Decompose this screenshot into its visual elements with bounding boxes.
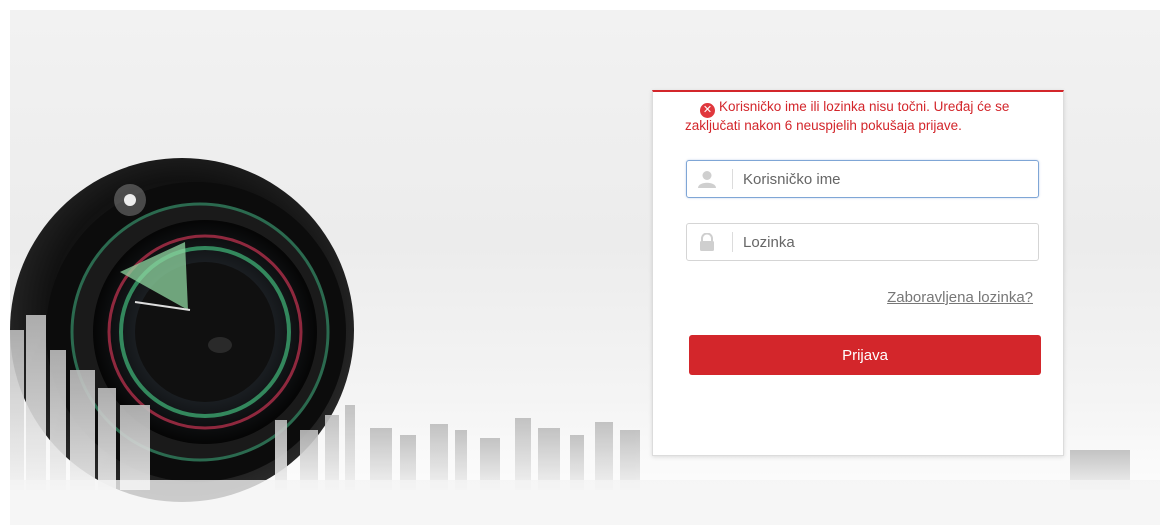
error-x-circle-icon: ✕ bbox=[700, 103, 715, 118]
password-field[interactable] bbox=[686, 223, 1039, 261]
lock-icon bbox=[697, 232, 717, 251]
user-icon bbox=[697, 170, 717, 188]
password-input[interactable] bbox=[743, 230, 1023, 254]
forgot-password-link[interactable]: Zaboravljena lozinka? bbox=[887, 289, 1033, 306]
username-field[interactable] bbox=[686, 160, 1039, 198]
login-error-message: ✕ Korisničko ime ili lozinka nisu točni. … bbox=[685, 99, 1065, 133]
login-panel: ✕ Korisničko ime ili lozinka nisu točni. … bbox=[652, 90, 1064, 456]
username-input[interactable] bbox=[743, 167, 1023, 191]
login-page: ✕ Korisničko ime ili lozinka nisu točni. … bbox=[0, 0, 1169, 532]
field-separator bbox=[732, 232, 733, 252]
login-button[interactable]: Prijava bbox=[689, 335, 1041, 375]
field-separator bbox=[732, 169, 733, 189]
error-message-text: Korisničko ime ili lozinka nisu točni. U… bbox=[685, 99, 1010, 133]
